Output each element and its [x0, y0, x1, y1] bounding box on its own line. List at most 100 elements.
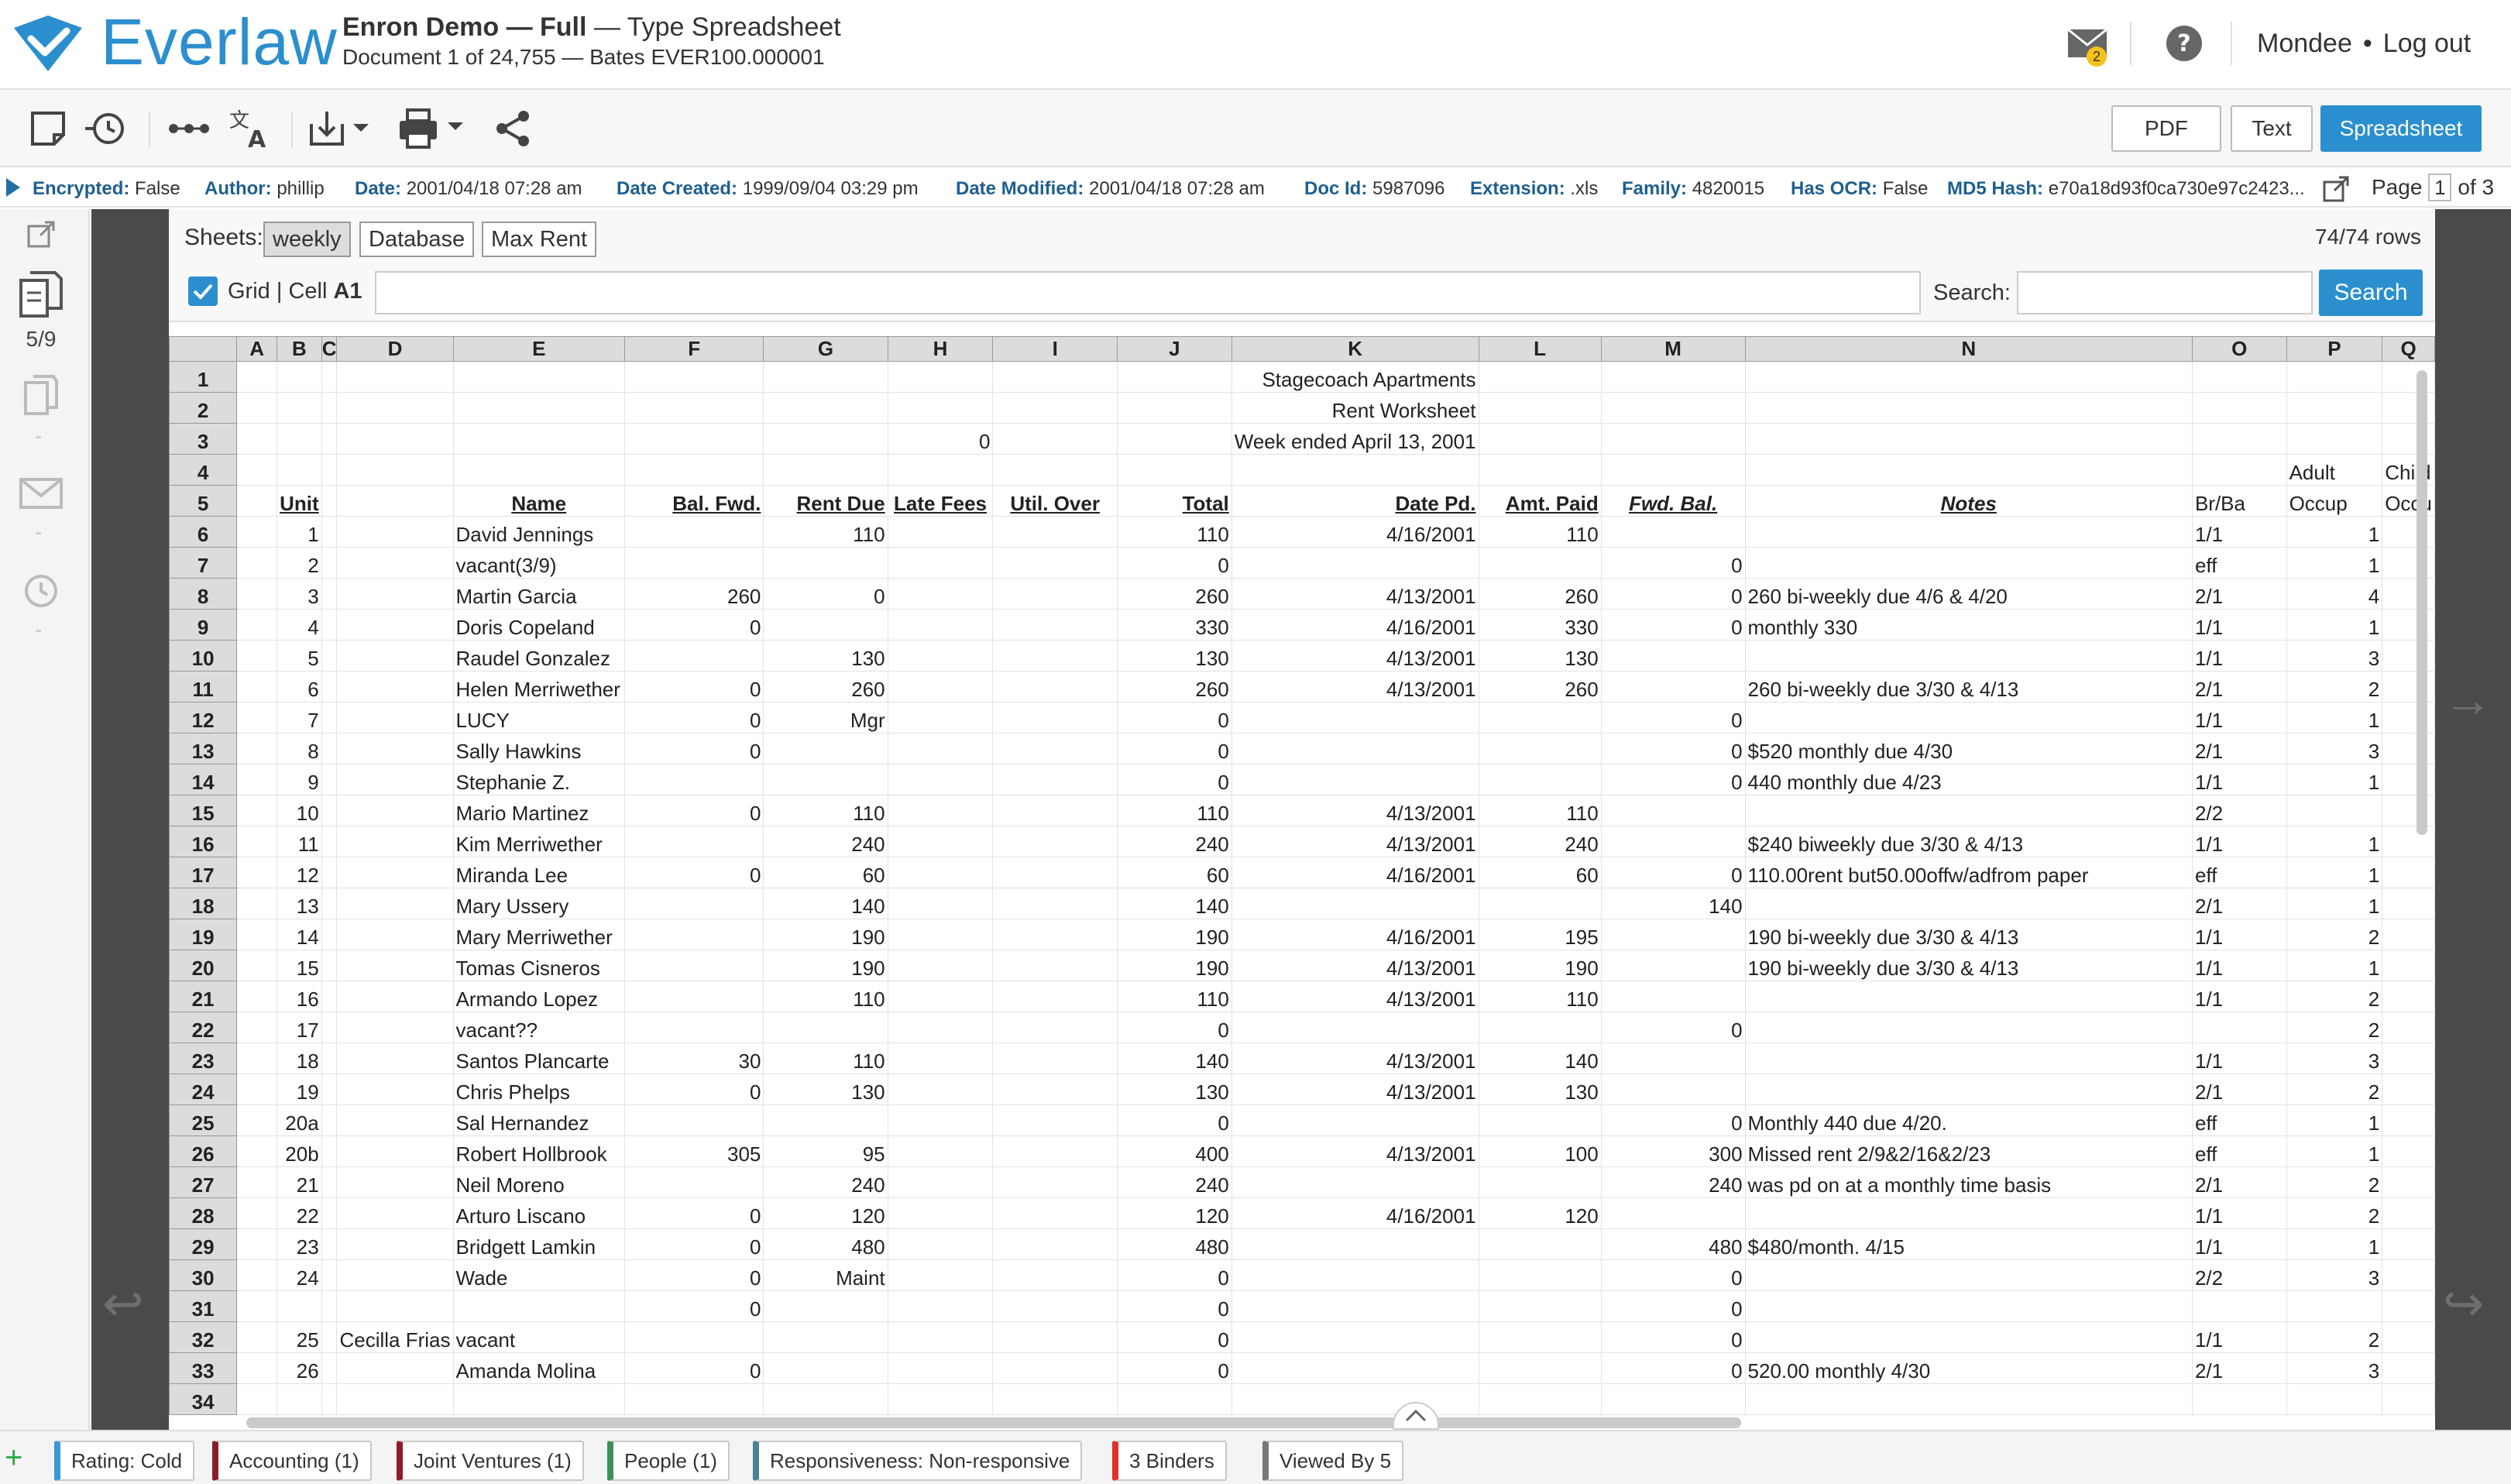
cell-c26[interactable] [321, 1135, 338, 1167]
cell-l32[interactable] [1478, 1321, 1602, 1353]
cell-k34[interactable] [1231, 1383, 1479, 1415]
cell-j2[interactable] [1116, 392, 1232, 424]
cell-h8[interactable] [887, 578, 994, 610]
cell-c11[interactable] [321, 671, 338, 702]
cell-c25[interactable] [321, 1104, 338, 1136]
cell-b25[interactable]: 20a [277, 1104, 322, 1136]
cell-m21[interactable] [1600, 981, 1746, 1012]
cell-i34[interactable] [992, 1383, 1118, 1415]
cell-h32[interactable] [887, 1321, 994, 1353]
cell-k17[interactable]: 4/16/2001 [1231, 857, 1479, 888]
cell-i33[interactable] [992, 1352, 1118, 1384]
grid-checkbox[interactable] [187, 276, 218, 307]
cell-e10[interactable]: Raudel Gonzalez [452, 640, 625, 672]
cell-c7[interactable] [321, 547, 338, 579]
cell-m31[interactable]: 0 [1600, 1290, 1746, 1322]
cell-o22[interactable] [2191, 1012, 2287, 1043]
cell-m5[interactable]: Fwd. Bal. [1600, 485, 1746, 517]
cell-d4[interactable] [336, 454, 454, 486]
cell-c27[interactable] [321, 1166, 338, 1198]
cell-e34[interactable] [452, 1383, 625, 1415]
cell-n30[interactable] [1744, 1259, 2193, 1291]
cell-d14[interactable] [336, 764, 454, 795]
cell-b22[interactable]: 17 [277, 1012, 322, 1043]
cell-m13[interactable]: 0 [1600, 733, 1746, 764]
row-header[interactable]: 32 [169, 1321, 238, 1353]
share-icon[interactable] [494, 107, 533, 150]
cell-k4[interactable] [1231, 454, 1479, 486]
cell-m7[interactable]: 0 [1600, 547, 1746, 579]
cell-j34[interactable] [1116, 1383, 1232, 1415]
cell-h1[interactable] [887, 361, 994, 393]
cell-b8[interactable]: 3 [277, 578, 322, 610]
column-header-h[interactable]: H [887, 336, 994, 362]
cell-l26[interactable]: 100 [1478, 1135, 1602, 1167]
cell-j27[interactable]: 240 [1116, 1166, 1232, 1198]
cell-n6[interactable] [1744, 516, 2193, 548]
cell-g34[interactable] [763, 1383, 888, 1415]
cell-f24[interactable]: 0 [623, 1073, 764, 1105]
cell-j17[interactable]: 60 [1116, 857, 1232, 888]
cell-b20[interactable]: 15 [277, 950, 322, 981]
cell-d32[interactable]: Cecilla Frias [336, 1321, 454, 1353]
cell-g20[interactable]: 190 [763, 950, 888, 981]
row-header[interactable]: 28 [169, 1197, 238, 1229]
cell-p31[interactable] [2286, 1290, 2383, 1322]
cell-h18[interactable] [887, 888, 994, 919]
cell-a29[interactable] [236, 1228, 278, 1260]
cell-j18[interactable]: 140 [1116, 888, 1232, 919]
cell-n7[interactable] [1744, 547, 2193, 579]
cell-d25[interactable] [336, 1104, 454, 1136]
cell-g25[interactable] [763, 1104, 888, 1136]
cell-a13[interactable] [236, 733, 278, 764]
cell-p17[interactable]: 1 [2286, 857, 2383, 888]
cell-g26[interactable]: 95 [763, 1135, 888, 1167]
cell-f2[interactable] [623, 392, 764, 424]
column-header-m[interactable]: M [1600, 336, 1746, 362]
cell-f5[interactable]: Bal. Fwd. [623, 485, 764, 517]
cell-j16[interactable]: 240 [1116, 826, 1232, 857]
cell-o32[interactable]: 1/1 [2191, 1321, 2287, 1353]
row-header[interactable]: 10 [169, 640, 238, 672]
cell-j19[interactable]: 190 [1116, 919, 1232, 950]
cell-e4[interactable] [452, 454, 625, 486]
cell-q23[interactable] [2382, 1043, 2435, 1074]
cell-a20[interactable] [236, 950, 278, 981]
row-header[interactable]: 13 [169, 733, 238, 764]
cell-i8[interactable] [992, 578, 1118, 610]
row-header[interactable]: 7 [169, 547, 238, 579]
cell-k22[interactable] [1231, 1012, 1479, 1043]
cell-h2[interactable] [887, 392, 994, 424]
column-header-b[interactable]: B [277, 336, 322, 362]
cell-h12[interactable] [887, 702, 994, 733]
cell-i7[interactable] [992, 547, 1118, 579]
column-header-q[interactable]: Q [2382, 336, 2435, 362]
cell-e7[interactable]: vacant(3/9) [452, 547, 625, 579]
cell-p7[interactable]: 1 [2286, 547, 2383, 579]
cell-b10[interactable]: 5 [277, 640, 322, 672]
cell-i32[interactable] [992, 1321, 1118, 1353]
cell-m14[interactable]: 0 [1600, 764, 1746, 795]
cell-e31[interactable] [452, 1290, 625, 1322]
cell-b4[interactable] [277, 454, 322, 486]
cell-q29[interactable] [2382, 1228, 2435, 1260]
cell-e23[interactable]: Santos Plancarte [452, 1043, 625, 1074]
cell-o26[interactable]: eff [2191, 1135, 2287, 1167]
cell-d24[interactable] [336, 1073, 454, 1105]
tag-binders[interactable]: 3 Binders [1112, 1441, 1227, 1481]
cell-c24[interactable] [321, 1073, 338, 1105]
cell-d8[interactable] [336, 578, 454, 610]
cell-o27[interactable]: 2/1 [2191, 1166, 2287, 1198]
cell-o29[interactable]: 1/1 [2191, 1228, 2287, 1260]
cell-n3[interactable] [1744, 423, 2193, 455]
cell-p34[interactable] [2286, 1383, 2383, 1415]
cell-i24[interactable] [992, 1073, 1118, 1105]
cell-a7[interactable] [236, 547, 278, 579]
cell-p19[interactable]: 2 [2286, 919, 2383, 950]
cell-k14[interactable] [1231, 764, 1479, 795]
cell-b26[interactable]: 20b [277, 1135, 322, 1167]
cell-i6[interactable] [992, 516, 1118, 548]
cell-j33[interactable]: 0 [1116, 1352, 1232, 1384]
cell-e18[interactable]: Mary Ussery [452, 888, 625, 919]
cell-m19[interactable] [1600, 919, 1746, 950]
